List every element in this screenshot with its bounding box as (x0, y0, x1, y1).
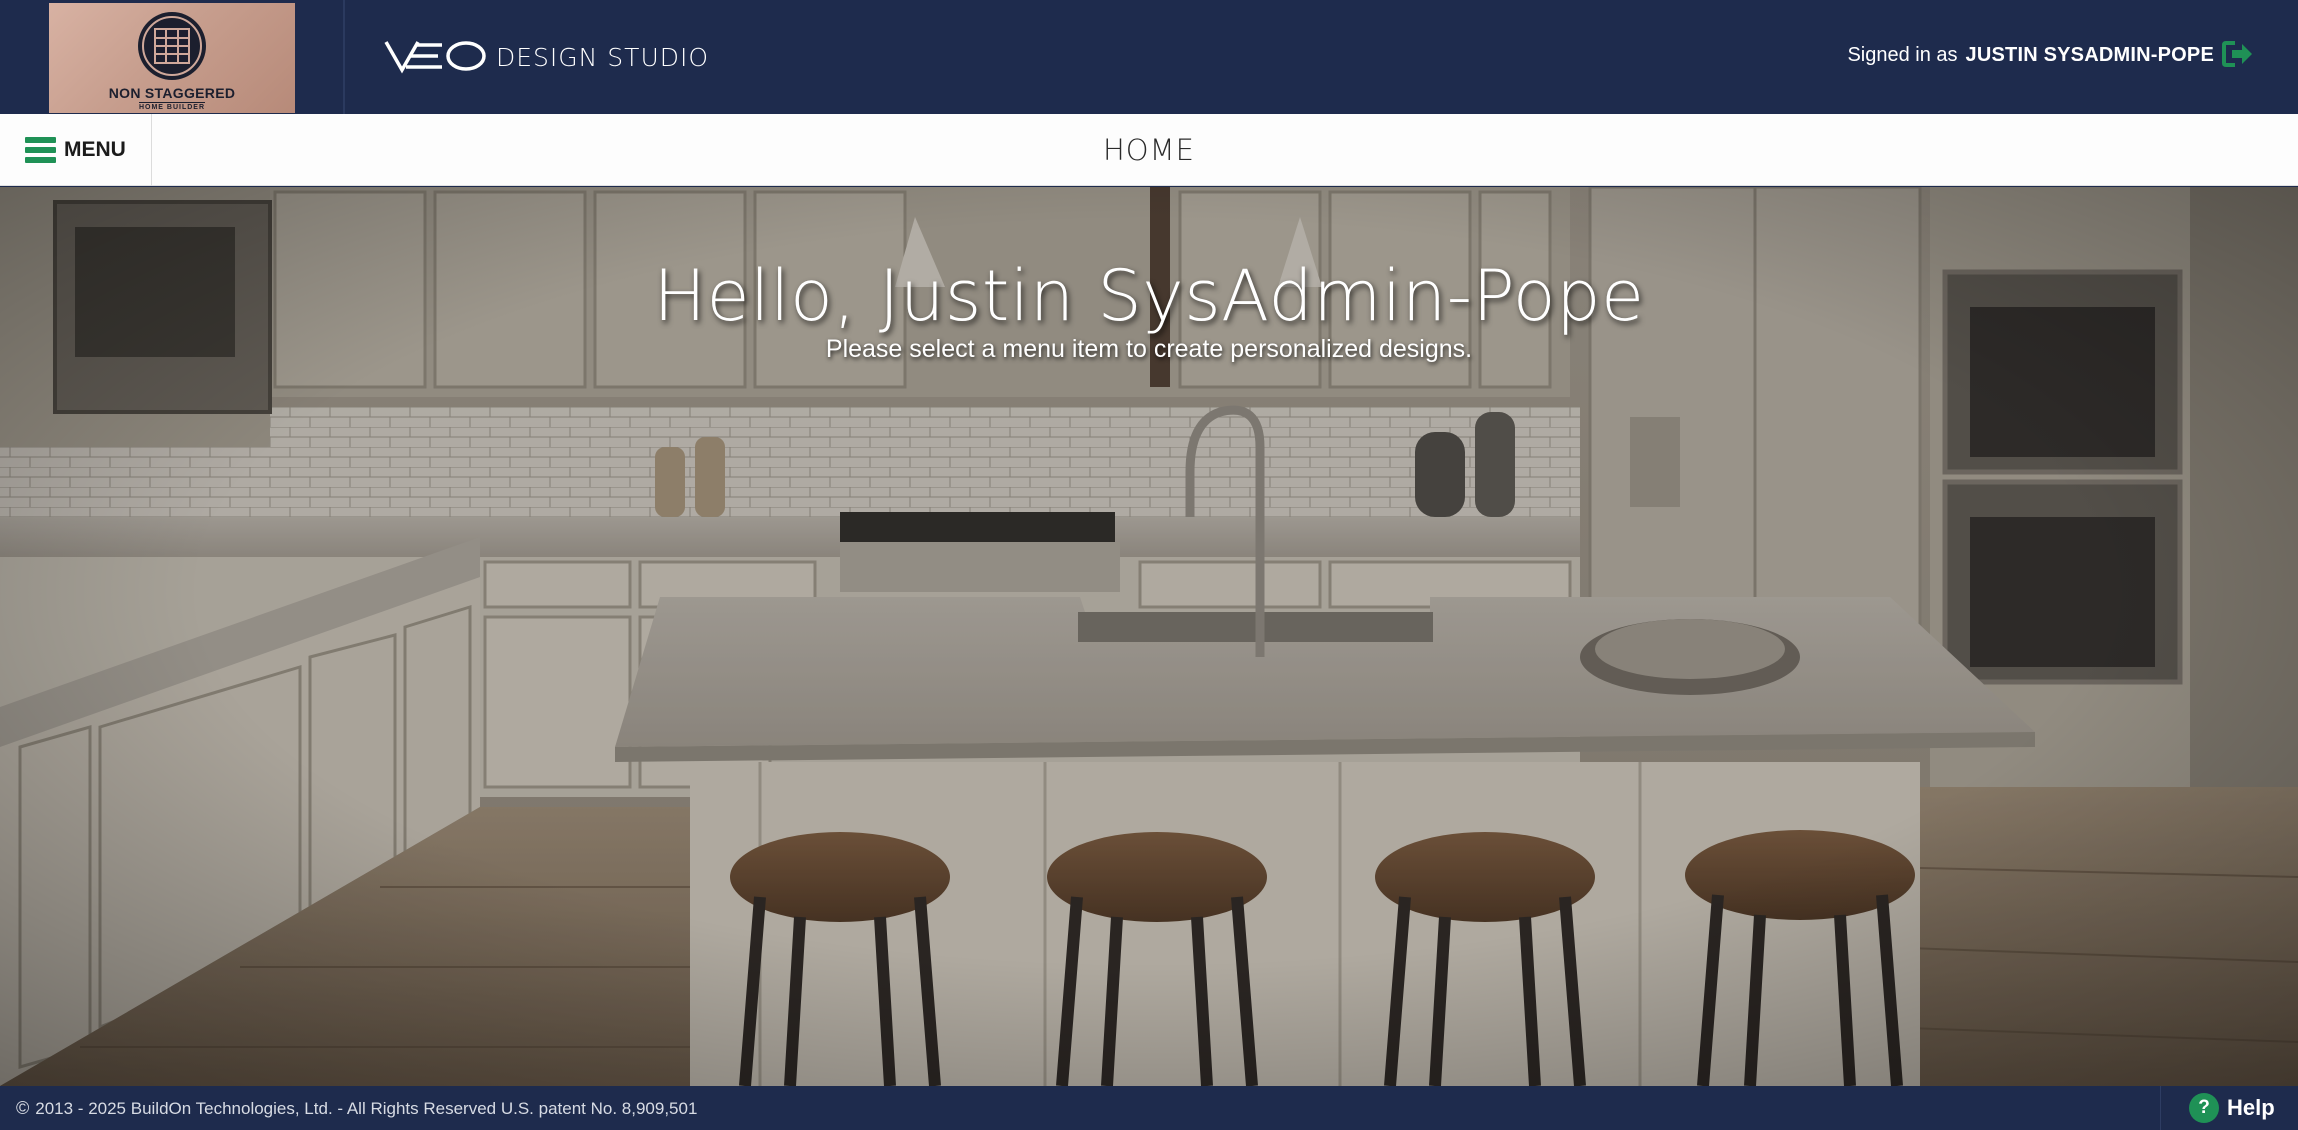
hamburger-icon (25, 137, 56, 163)
user-name: JUSTIN SYSADMIN-POPE (1965, 44, 2214, 66)
menu-button[interactable]: MENU (0, 114, 152, 186)
help-icon: ? (2189, 1093, 2219, 1123)
design-studio-text: DESIGN STUDIO (496, 42, 710, 72)
builder-name: NON STAGGERED (108, 85, 236, 101)
help-button[interactable]: ? Help (2160, 1086, 2298, 1130)
copyright-icon: © (16, 1098, 30, 1118)
top-header: NON STAGGERED HOME BUILDER DESIGN STUDIO… (0, 0, 2298, 114)
greeting-subtext: Please select a menu item to create pers… (825, 335, 1473, 363)
builder-emblem-icon (138, 12, 206, 80)
nav-bar: HOME MENU (0, 114, 2298, 186)
page-title: HOME (1103, 133, 1195, 167)
greeting-heading: Hello, Justin SysAdmin-Pope (653, 255, 1645, 337)
footer: © 2013 - 2025 BuildOn Technologies, Ltd. … (0, 1086, 2298, 1130)
menu-label: MENU (64, 138, 126, 161)
hero-banner: Hello, Justin SysAdmin-Pope Please selec… (0, 187, 2298, 1086)
veo-design-studio-logo[interactable]: DESIGN STUDIO (384, 38, 709, 74)
copyright-text: © 2013 - 2025 BuildOn Technologies, Ltd. … (16, 1098, 697, 1119)
copyright-label: 2013 - 2025 BuildOn Technologies, Ltd. -… (35, 1099, 698, 1118)
signed-in-info: Signed in as JUSTIN SYSADMIN-POPE (1847, 44, 2214, 67)
header-divider (343, 0, 345, 114)
sign-out-icon[interactable] (2222, 40, 2254, 68)
builder-logo[interactable]: NON STAGGERED HOME BUILDER (49, 3, 295, 113)
signed-in-prefix: Signed in as (1847, 44, 1958, 66)
help-label: Help (2227, 1095, 2275, 1120)
veo-logo-icon (384, 41, 486, 74)
builder-subtitle: HOME BUILDER (138, 102, 206, 111)
